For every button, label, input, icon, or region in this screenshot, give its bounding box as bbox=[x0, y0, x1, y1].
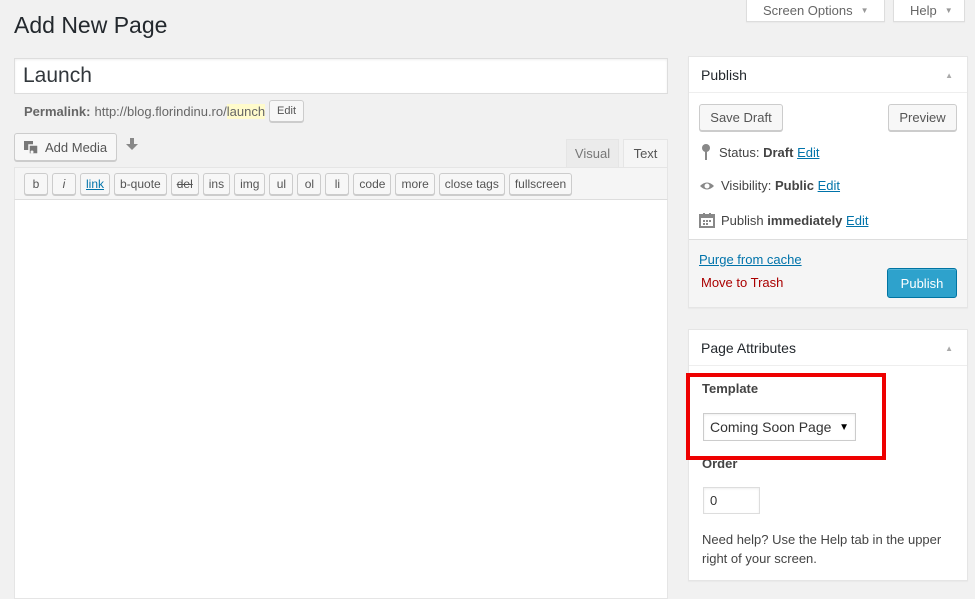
order-input[interactable]: 0 bbox=[703, 487, 760, 514]
qt-ul-button[interactable]: ul bbox=[269, 172, 294, 195]
quicktags-toolbar: b i link b-quote del ins img ul ol li co… bbox=[14, 167, 668, 200]
content-textarea[interactable] bbox=[14, 199, 668, 599]
page-title: Add New Page bbox=[14, 12, 168, 38]
permalink-edit-button[interactable]: Edit bbox=[269, 100, 305, 122]
qt-img-button[interactable]: img bbox=[234, 172, 266, 195]
qt-ins-button[interactable]: ins bbox=[202, 172, 231, 195]
visibility-value: Public bbox=[774, 178, 814, 193]
qt-code-button[interactable]: code bbox=[353, 172, 392, 195]
collapse-triangle-icon[interactable]: ▲ bbox=[945, 344, 953, 353]
collapse-triangle-icon[interactable]: ▲ bbox=[945, 71, 953, 80]
eye-icon bbox=[700, 182, 714, 189]
qt-bold-button[interactable]: b bbox=[24, 172, 48, 195]
qt-more-button[interactable]: more bbox=[395, 172, 435, 195]
status-label: Status: bbox=[719, 144, 760, 160]
status-edit-link[interactable]: Edit bbox=[797, 145, 819, 160]
save-draft-button[interactable]: Save Draft bbox=[699, 104, 783, 131]
screen-options-button[interactable]: Screen Options ▼ bbox=[746, 0, 885, 22]
permalink-label: Permalink: bbox=[24, 103, 91, 119]
calendar-icon bbox=[699, 213, 715, 228]
chevron-down-icon: ▼ bbox=[944, 6, 953, 15]
help-label: Help bbox=[910, 3, 937, 18]
qt-del-button[interactable]: del bbox=[170, 172, 199, 195]
permalink: Permalink: http://blog.florindinu.ro/lau… bbox=[24, 100, 305, 122]
pin-icon bbox=[702, 144, 710, 160]
publish-box-header[interactable]: Publish bbox=[689, 57, 967, 93]
tab-text[interactable]: Text bbox=[623, 139, 668, 167]
status-row: Status: Draft Edit bbox=[699, 143, 819, 161]
add-media-label: Add Media bbox=[45, 139, 108, 155]
qt-close-tags-button[interactable]: close tags bbox=[438, 172, 505, 195]
publish-box: Publish ▲ Save Draft Preview Status: Dra… bbox=[688, 56, 968, 308]
add-media-button[interactable]: Add Media bbox=[14, 133, 117, 161]
publish-date-edit-link[interactable]: Edit bbox=[846, 213, 868, 228]
media-icon bbox=[24, 141, 39, 155]
visibility-label: Visibility: bbox=[721, 178, 772, 193]
download-arrow-icon[interactable] bbox=[124, 136, 140, 154]
move-to-trash-link[interactable]: Move to Trash bbox=[701, 275, 783, 290]
page-attributes-title: Page Attributes bbox=[701, 339, 796, 356]
visibility-edit-link[interactable]: Edit bbox=[818, 178, 840, 193]
qt-italic-button[interactable]: i bbox=[52, 172, 76, 195]
tab-visual[interactable]: Visual bbox=[566, 139, 619, 167]
publish-button[interactable]: Publish bbox=[887, 268, 957, 298]
publish-date-label: Publish bbox=[721, 212, 764, 228]
page-attributes-header[interactable]: Page Attributes bbox=[689, 330, 967, 366]
help-text: Need help? Use the Help tab in the upper… bbox=[702, 532, 942, 566]
visibility-row: Visibility: Public Edit bbox=[699, 178, 840, 193]
permalink-slug[interactable]: launch bbox=[226, 103, 266, 119]
publish-box-title: Publish bbox=[701, 66, 747, 83]
qt-fullscreen-button[interactable]: fullscreen bbox=[508, 172, 573, 195]
permalink-base[interactable]: http://blog.florindinu.ro/ bbox=[94, 104, 226, 119]
qt-ol-button[interactable]: ol bbox=[297, 172, 322, 195]
help-button[interactable]: Help ▼ bbox=[893, 0, 965, 22]
screen-options-label: Screen Options bbox=[763, 3, 853, 18]
qt-li-button[interactable]: li bbox=[325, 172, 350, 195]
publish-date-value: immediately bbox=[767, 212, 843, 228]
major-publishing-actions: Purge from cache Move to Trash Publish bbox=[689, 239, 967, 307]
qt-link-button[interactable]: link bbox=[80, 172, 111, 195]
qt-blockquote-button[interactable]: b-quote bbox=[114, 172, 167, 195]
chevron-down-icon: ▼ bbox=[860, 6, 869, 15]
publish-date-row: Publish immediately Edit bbox=[699, 212, 868, 228]
purge-cache-link[interactable]: Purge from cache bbox=[699, 252, 802, 267]
preview-button[interactable]: Preview bbox=[888, 104, 957, 131]
highlight-annotation bbox=[686, 373, 886, 460]
title-input[interactable]: Launch bbox=[14, 58, 668, 94]
status-value: Draft bbox=[763, 144, 794, 160]
